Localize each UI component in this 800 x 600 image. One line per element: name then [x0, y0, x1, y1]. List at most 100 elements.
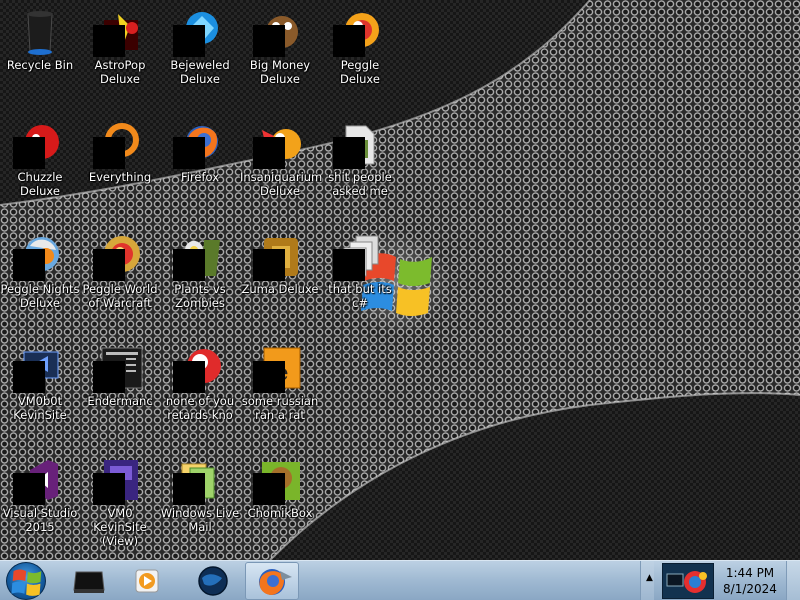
system-clock[interactable]: 1:44 PM 8/1/2024	[718, 565, 782, 597]
desktop-icon[interactable]: Windows Live Mail	[160, 448, 240, 552]
desktop-icon-label: AstroPop Deluxe	[94, 58, 146, 86]
vm-view-icon	[93, 456, 144, 505]
media-player-icon	[135, 569, 159, 593]
desktop-icon-label: that but its c#	[328, 282, 392, 310]
desktop-icon[interactable]: AstroPop Deluxe	[80, 0, 160, 104]
desktop-icon-label: Zuma Deluxe	[241, 282, 319, 296]
redaction-box	[333, 137, 365, 169]
desktop-icon-label: VM0 KevinSite (View)	[93, 506, 147, 548]
peggle-icon	[333, 8, 384, 57]
desktop-icon-label: Windows Live Mail	[160, 506, 240, 534]
clock-date: 8/1/2024	[723, 582, 777, 596]
stacked-files-icon	[333, 232, 384, 281]
peggle-wow-icon	[93, 232, 144, 281]
redaction-box	[93, 249, 125, 281]
redaction-box	[173, 473, 205, 505]
firefox-icon	[259, 569, 292, 595]
start-button[interactable]	[6, 562, 46, 600]
desktop-icon-label: Endermanc	[87, 394, 153, 408]
taskbar-media-player-button[interactable]	[120, 562, 174, 600]
desktop-icon[interactable]: VM0b0t KevinSite	[0, 336, 80, 440]
plants-vs-zombies-icon	[173, 232, 224, 281]
desktop-icon-label: Peggle Nights Deluxe	[0, 282, 80, 310]
redaction-box	[13, 473, 45, 505]
redaction-box	[253, 137, 285, 169]
desktop-icon-label: Plants vs Zombies	[174, 282, 226, 310]
peggle-nights-icon	[13, 232, 64, 281]
desktop-icon-label: shit people asked me	[328, 170, 392, 198]
desktop-icon[interactable]: that but its c#	[320, 224, 400, 328]
desktop-icon[interactable]: none of you retards kno	[160, 336, 240, 440]
redaction-box	[253, 361, 285, 393]
taskbar-firefox-button[interactable]	[245, 562, 299, 600]
desktop-icon[interactable]: Big Money Deluxe	[240, 0, 320, 104]
desktop-icon[interactable]: Insaniquarium Deluxe	[240, 112, 323, 216]
desktop-icon-label: ChomikBox	[247, 506, 313, 520]
desktop-icon[interactable]: Peggle Deluxe	[320, 0, 400, 104]
desktop-icon[interactable]: Chuzzle Deluxe	[0, 112, 80, 216]
desktop-icon-label: Peggle Deluxe	[340, 58, 380, 86]
redaction-box	[173, 25, 205, 57]
big-money-icon	[253, 8, 304, 57]
redaction-box	[253, 25, 285, 57]
desktop-icon[interactable]: Everything	[80, 112, 160, 216]
desktop-icon[interactable]: shit people asked me	[320, 112, 400, 216]
vm-shortcut-icon	[13, 344, 64, 393]
astropop-icon	[93, 8, 144, 57]
windows-start-orb-icon	[11, 569, 42, 596]
desktop[interactable]: Recycle Bin Chuzzle Deluxe Peggle Nights D…	[0, 0, 800, 560]
tray-app-button[interactable]	[662, 563, 714, 599]
windows-live-mail-icon	[173, 456, 224, 505]
terminal-icon	[73, 571, 105, 593]
desktop-icon[interactable]: VM0 KevinSite (View)	[80, 448, 160, 552]
redaction-box	[333, 249, 365, 281]
desktop-icon-label: VM0b0t KevinSite	[13, 394, 67, 422]
wallpaper-bottom-sweep	[270, 393, 800, 560]
redaction-box	[253, 249, 285, 281]
folder-icon	[333, 120, 384, 169]
zuma-icon	[253, 232, 304, 281]
desktop-icon[interactable]: Recycle Bin	[0, 0, 80, 104]
desktop-icon[interactable]: Bejeweled Deluxe	[160, 0, 240, 104]
desktop-icon-label: Peggle World of Warcraft	[82, 282, 158, 310]
desktop-icon[interactable]: ChomikBox	[240, 448, 320, 552]
desktop-icon-label: Bejeweled Deluxe	[170, 58, 230, 86]
globe-icon	[198, 566, 228, 596]
desktop-icon[interactable]: Peggle World of Warcraft	[80, 224, 160, 328]
show-hidden-icons-button[interactable]: ▲	[646, 573, 653, 583]
redaction-box	[173, 137, 205, 169]
redaction-box	[13, 249, 45, 281]
redaction-box	[13, 137, 45, 169]
desktop-icon-label: Big Money Deluxe	[249, 58, 311, 86]
desktop-icon[interactable]: Endermanc	[80, 336, 160, 440]
redaction-box	[333, 25, 365, 57]
tray-app-icon	[666, 571, 707, 593]
desktop-icon-label: Firefox	[180, 170, 220, 184]
desktop-icon[interactable]: Plants vs Zombies	[160, 224, 240, 328]
desktop-icon-label: Recycle Bin	[6, 58, 74, 72]
desktop-icon[interactable]: Firefox	[160, 112, 240, 216]
chomikbox-icon	[253, 456, 304, 505]
recycle-bin-icon	[16, 8, 64, 56]
desktop-icon-label: Insaniquarium Deluxe	[240, 170, 323, 198]
desktop-icon-label: Visual Studio 2015	[2, 506, 78, 534]
redaction-box	[173, 249, 205, 281]
desktop-icon[interactable]: Peggle Nights Deluxe	[0, 224, 80, 328]
redaction-box	[13, 361, 45, 393]
redaction-box	[173, 361, 205, 393]
firefox-icon	[173, 120, 224, 169]
terminal-icon	[93, 344, 144, 393]
visual-studio-icon	[13, 456, 64, 505]
redaction-box	[93, 473, 125, 505]
show-desktop-button[interactable]	[786, 561, 800, 600]
desktop-icon[interactable]: Zuma Deluxe	[240, 224, 320, 328]
everything-search-icon	[93, 120, 144, 169]
desktop-icon-label: some russian ran a rat	[241, 394, 319, 422]
taskbar-globe-button[interactable]	[186, 562, 240, 600]
orange-document-icon: e	[253, 344, 304, 393]
desktop-icon[interactable]: Visual Studio 2015	[0, 448, 80, 552]
taskbar: ▲ 1:44 PM 8/1/2024	[0, 560, 800, 600]
desktop-icon[interactable]: esome russian ran a rat	[240, 336, 320, 440]
taskbar-terminal-button[interactable]	[62, 562, 116, 600]
desktop-icon-label: Chuzzle Deluxe	[17, 170, 63, 198]
